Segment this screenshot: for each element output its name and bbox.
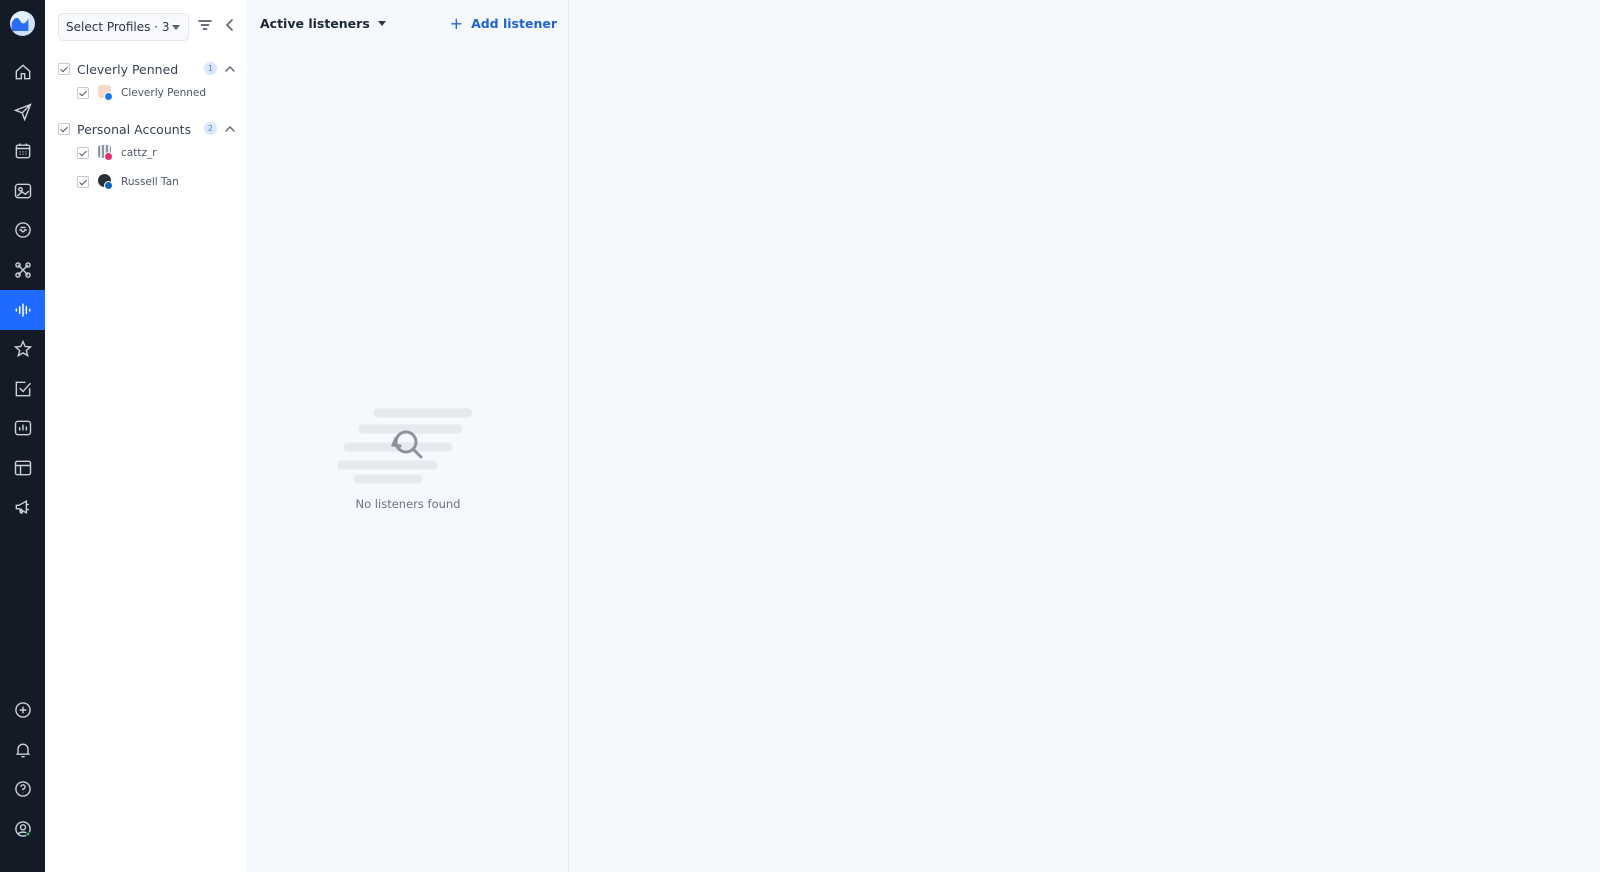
linkedin-icon — [104, 180, 113, 190]
nav-publish[interactable] — [0, 92, 45, 132]
logo-icon — [10, 11, 30, 31]
media-library-icon — [14, 183, 31, 199]
nav-tasks[interactable] — [0, 369, 45, 409]
nav-create[interactable] — [0, 690, 45, 730]
group-count-badge: 2 — [204, 122, 217, 135]
tasks-icon — [15, 381, 31, 397]
collapse-panel-icon[interactable] — [223, 17, 237, 33]
add-listener-label: Add listener — [471, 16, 557, 31]
plus-icon: + — [449, 13, 464, 33]
facebook-icon — [104, 91, 113, 101]
caret-down-icon — [377, 21, 386, 26]
bell-icon — [15, 743, 30, 758]
account-avatar — [97, 84, 114, 102]
caret-down-icon — [172, 25, 180, 30]
home-icon — [15, 64, 30, 80]
nav-media[interactable] — [0, 171, 45, 211]
group-checkbox[interactable] — [58, 123, 70, 135]
account-label: cattz_r — [121, 147, 157, 159]
main-nav-rail — [0, 0, 45, 872]
analytics-icon — [14, 420, 31, 436]
profiles-panel: Select Profiles · 3 Cleverly Penned 1 Cl… — [45, 0, 247, 872]
profile-group-cleverly-penned[interactable]: Cleverly Penned 1 — [58, 60, 238, 78]
select-profiles-dropdown[interactable]: Select Profiles · 3 — [58, 13, 189, 41]
profile-account-row[interactable]: cattz_r — [77, 143, 237, 163]
group-label: Cleverly Penned — [77, 61, 179, 77]
nav-notifications[interactable] — [0, 730, 45, 770]
account-avatar — [97, 144, 114, 162]
integrations-icon — [14, 262, 31, 278]
megaphone-icon — [15, 499, 29, 515]
star-icon — [13, 339, 32, 358]
help-icon — [14, 781, 31, 797]
account-checkbox[interactable] — [77, 87, 89, 99]
nav-campaigns[interactable] — [0, 487, 45, 527]
account-checkbox[interactable] — [77, 147, 89, 159]
active-listeners-dropdown[interactable]: Active listeners — [260, 16, 386, 31]
chevron-up-icon[interactable] — [224, 123, 236, 135]
account-label: Cleverly Penned — [121, 87, 207, 99]
calendar-icon — [15, 143, 30, 159]
listeners-title: Active listeners — [260, 16, 370, 31]
group-count-badge: 1 — [204, 62, 217, 75]
listeners-column: Active listeners + Add listener No liste… — [247, 0, 569, 872]
chevron-up-icon[interactable] — [224, 63, 236, 75]
nav-integrations[interactable] — [0, 250, 45, 290]
user-account-icon — [14, 821, 31, 837]
profile-account-row[interactable]: Russell Tan — [77, 172, 237, 192]
add-circle-icon — [14, 702, 31, 718]
profile-group-personal-accounts[interactable]: Personal Accounts 2 — [58, 120, 238, 138]
inbox-icon — [14, 222, 31, 238]
group-checkbox[interactable] — [58, 63, 70, 75]
empty-state-message: No listeners found — [355, 497, 461, 511]
layout-icon — [14, 460, 31, 476]
nav-help[interactable] — [0, 769, 45, 809]
app-logo[interactable] — [10, 11, 35, 36]
listening-icon — [15, 303, 30, 317]
group-label: Personal Accounts — [77, 121, 192, 137]
nav-inbox[interactable] — [0, 210, 45, 250]
instagram-icon — [104, 151, 113, 161]
nav-analytics[interactable] — [0, 408, 45, 448]
nav-layout[interactable] — [0, 448, 45, 488]
account-avatar — [97, 173, 114, 191]
nav-account[interactable] — [0, 809, 45, 849]
empty-search-illustration — [338, 408, 473, 484]
nav-favorites[interactable] — [0, 329, 45, 369]
nav-listening[interactable] — [0, 290, 45, 330]
nav-home[interactable] — [0, 52, 45, 92]
account-checkbox[interactable] — [77, 176, 89, 188]
listener-detail-area — [569, 0, 1600, 872]
account-label: Russell Tan — [121, 176, 179, 188]
filter-icon[interactable] — [197, 17, 213, 33]
select-profiles-label: Select Profiles · 3 — [66, 20, 170, 34]
add-listener-button[interactable]: + Add listener — [449, 13, 557, 33]
profile-account-row[interactable]: Cleverly Penned — [77, 83, 237, 103]
send-icon — [13, 103, 32, 122]
nav-calendar[interactable] — [0, 131, 45, 171]
